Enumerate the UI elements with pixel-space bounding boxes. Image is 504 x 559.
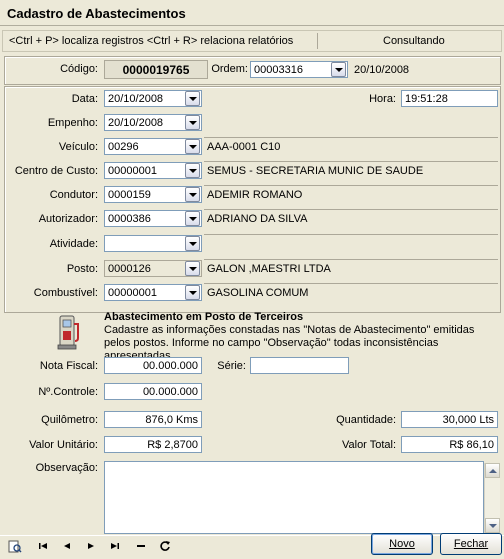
shortcut-separator — [317, 33, 318, 49]
data-label: Data: — [71, 93, 98, 105]
atividade-label: Atividade: — [49, 238, 98, 250]
refresh-icon[interactable] — [158, 540, 172, 552]
condutor-dropdown-button[interactable] — [185, 187, 200, 202]
controle-label: Nº.Controle: — [38, 386, 98, 398]
nota-fiscal-label: Nota Fiscal: — [39, 360, 98, 372]
last-record-icon[interactable] — [108, 540, 122, 552]
posto-description: GALON ,MAESTRI LTDA — [204, 259, 498, 277]
empenho-date-picker-button[interactable] — [185, 115, 200, 130]
window-title: Cadastro de Abastecimentos — [7, 6, 186, 21]
codigo-label: Código: — [60, 63, 98, 75]
atividade-description — [204, 234, 498, 252]
serie-input[interactable] — [250, 357, 349, 374]
empenho-label: Empenho: — [47, 117, 98, 129]
veiculo-dropdown-button[interactable] — [185, 139, 200, 154]
observacao-label: Observação: — [35, 462, 98, 474]
title-divider — [0, 25, 504, 26]
valor-total-input[interactable]: R$ 86,10 — [401, 436, 498, 453]
autorizador-label: Autorizador: — [38, 213, 98, 225]
prior-record-icon[interactable] — [60, 540, 74, 552]
autorizador-dropdown-button[interactable] — [185, 211, 200, 226]
fechar-button[interactable]: Fechar — [440, 533, 502, 555]
observacao-textarea[interactable] — [104, 461, 484, 534]
quantidade-label: Quantidade: — [336, 414, 396, 426]
condutor-label: Condutor: — [49, 189, 98, 201]
veiculo-description: AAA-0001 C10 — [204, 137, 498, 155]
first-record-icon[interactable] — [36, 540, 50, 552]
combustivel-label: Combustível: — [33, 287, 98, 299]
atividade-dropdown-button[interactable] — [185, 236, 200, 251]
centro-custo-description: SEMUS - SECRETARIA MUNIC DE SAUDE — [204, 161, 498, 179]
next-record-icon[interactable] — [84, 540, 98, 552]
novo-button[interactable]: Novo — [371, 533, 433, 555]
valor-total-label: Valor Total: — [341, 439, 396, 451]
quantidade-input[interactable]: 30,000 Lts — [401, 411, 498, 428]
autorizador-description: ADRIANO DA SILVA — [204, 209, 498, 227]
quilometro-input[interactable]: 876,0 Kms — [104, 411, 202, 428]
shortcut-bar: <Ctrl + P> localiza registros <Ctrl + R>… — [2, 30, 502, 52]
shortcut-hints: <Ctrl + P> localiza registros <Ctrl + R>… — [9, 35, 294, 47]
serie-label: Série: — [217, 360, 246, 372]
scroll-down-button[interactable] — [485, 518, 500, 533]
delete-record-icon[interactable] — [134, 540, 148, 552]
centro-custo-label: Centro de Custo: — [14, 165, 98, 177]
valor-unitario-label: Valor Unitário: — [29, 439, 98, 451]
quilometro-label: Quilômetro: — [41, 414, 98, 426]
terceiros-title: Abastecimento em Posto de Terceiros — [104, 311, 304, 323]
nota-fiscal-input[interactable]: 00.000.000 — [104, 357, 202, 374]
fuel-pump-icon — [56, 312, 84, 352]
search-icon[interactable] — [8, 540, 22, 553]
title-bar: Cadastro de Abastecimentos — [0, 0, 504, 26]
posto-label: Posto: — [66, 263, 98, 275]
observacao-scrollbar[interactable] — [484, 463, 500, 533]
centro-custo-dropdown-button[interactable] — [185, 163, 200, 178]
scroll-up-button[interactable] — [485, 463, 500, 478]
hora-input[interactable]: 19:51:28 — [401, 90, 498, 107]
valor-unitario-input[interactable]: R$ 2,8700 — [104, 436, 202, 453]
codigo-field: 0000019765 — [104, 60, 208, 79]
condutor-description: ADEMIR ROMANO — [204, 185, 498, 203]
ordem-dropdown-button[interactable] — [331, 62, 346, 77]
controle-input[interactable]: 00.000.000 — [104, 383, 202, 400]
hora-label: Hora: — [369, 93, 396, 105]
data-date-picker-button[interactable] — [185, 91, 200, 106]
status-text: Consultando — [383, 35, 445, 47]
combustivel-description: GASOLINA COMUM — [204, 283, 498, 301]
posto-dropdown-button[interactable] — [185, 261, 200, 276]
combustivel-dropdown-button[interactable] — [185, 285, 200, 300]
veiculo-label: Veículo: — [58, 141, 98, 153]
ordem-label: Ordem: — [211, 63, 248, 75]
ordem-date: 20/10/2008 — [351, 61, 497, 79]
